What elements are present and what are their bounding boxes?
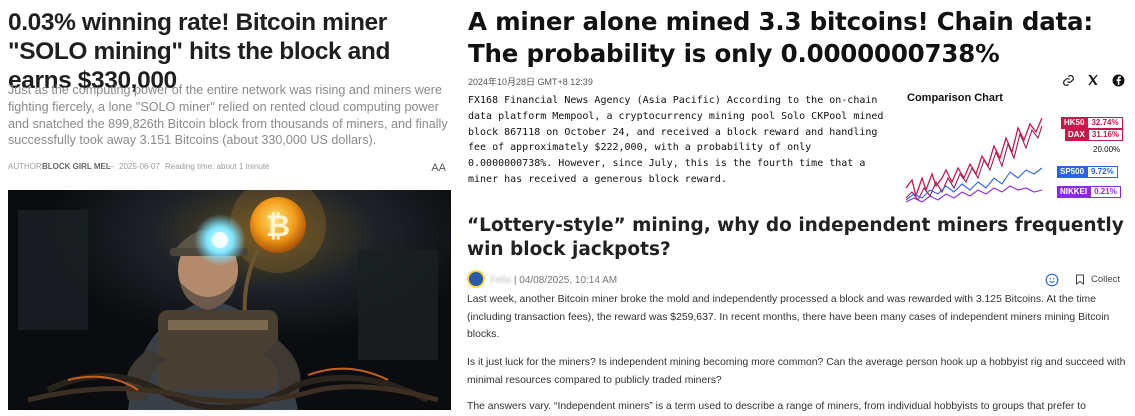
author-name[interactable]: BLOCK GIRL MEL [42, 162, 111, 171]
right-article-lead: FX168 Financial News Agency (Asia Pacifi… [468, 95, 884, 185]
bookmark-icon [1076, 274, 1084, 285]
meta-separator: — [106, 162, 114, 171]
badge-label: SP500 [1057, 166, 1088, 178]
left-article-meta: AUTHOR: BLOCK GIRL MEL — 2025-06-07 Read… [8, 160, 452, 174]
facebook-icon[interactable] [1110, 72, 1126, 88]
hk50-line [905, 117, 1043, 199]
badge-label: HK50 [1061, 117, 1088, 129]
paragraph-1: Last week, another Bitcoin miner broke t… [467, 294, 1110, 340]
badge-value: 9.72% [1087, 166, 1118, 178]
right-article-panel: A miner alone mined 3.3 bitcoins! Chain … [455, 0, 1135, 416]
smile-icon[interactable] [1045, 273, 1059, 287]
sp500-line [905, 167, 1043, 201]
collect-label: Collect [1091, 274, 1121, 285]
badge-label: NIKKEI [1057, 186, 1091, 198]
link-icon[interactable] [1060, 72, 1076, 88]
collect-button[interactable]: Collect [1075, 274, 1120, 285]
paragraph-3: The answers vary. “Independent miners” i… [467, 401, 1086, 412]
author-label: AUTHOR: [8, 162, 44, 171]
left-article-summary: Just as the computing power of the entir… [8, 83, 448, 148]
publish-date: 2025-06-07 [119, 162, 160, 171]
right-article-title[interactable]: A miner alone mined 3.3 bitcoins! Chain … [468, 6, 1128, 70]
font-size-icon[interactable]: AA [431, 162, 446, 174]
miner-illustration: ₿ [8, 190, 451, 410]
avatar[interactable] [467, 270, 485, 288]
badge-value: 31.16% [1087, 129, 1124, 141]
badge-nikkei: NIKKEI 0.21% [1057, 186, 1121, 198]
badge-value: 0.21% [1090, 186, 1121, 198]
reading-time: Reading time: about 1 minute [165, 162, 270, 171]
hero-image[interactable]: ₿ [8, 190, 451, 410]
badge-hk50: HK50 32.74% [1061, 117, 1123, 129]
badge-value: 32.74% [1087, 117, 1123, 129]
byline-date: | 04/08/2025, 10:14 AM [513, 275, 618, 286]
article-date: 2024年10月28日 GMT+8 12:39 [468, 77, 593, 87]
badge-label: DAX [1065, 129, 1088, 141]
badge-dax: DAX 31.16% [1065, 129, 1124, 141]
axis-tick-label: 20.00% [1093, 145, 1121, 154]
svg-text:₿: ₿ [266, 209, 290, 244]
byline: Felix | 04/08/2025, 10:14 AM [490, 275, 617, 286]
comparison-chart[interactable] [904, 108, 1044, 208]
x-icon[interactable] [1085, 72, 1101, 88]
comparison-chart-title: Comparison Chart [907, 92, 1003, 104]
byline-author[interactable]: Felix [490, 275, 511, 286]
section-heading[interactable]: “Lottery-style” mining, why do independe… [467, 214, 1127, 262]
left-article-panel: 0.03% winning rate! Bitcoin miner "SOLO … [0, 0, 455, 416]
paragraph-2: Is it just luck for the miners? Is indep… [467, 357, 1126, 386]
badge-sp500: SP500 9.72% [1057, 166, 1118, 178]
